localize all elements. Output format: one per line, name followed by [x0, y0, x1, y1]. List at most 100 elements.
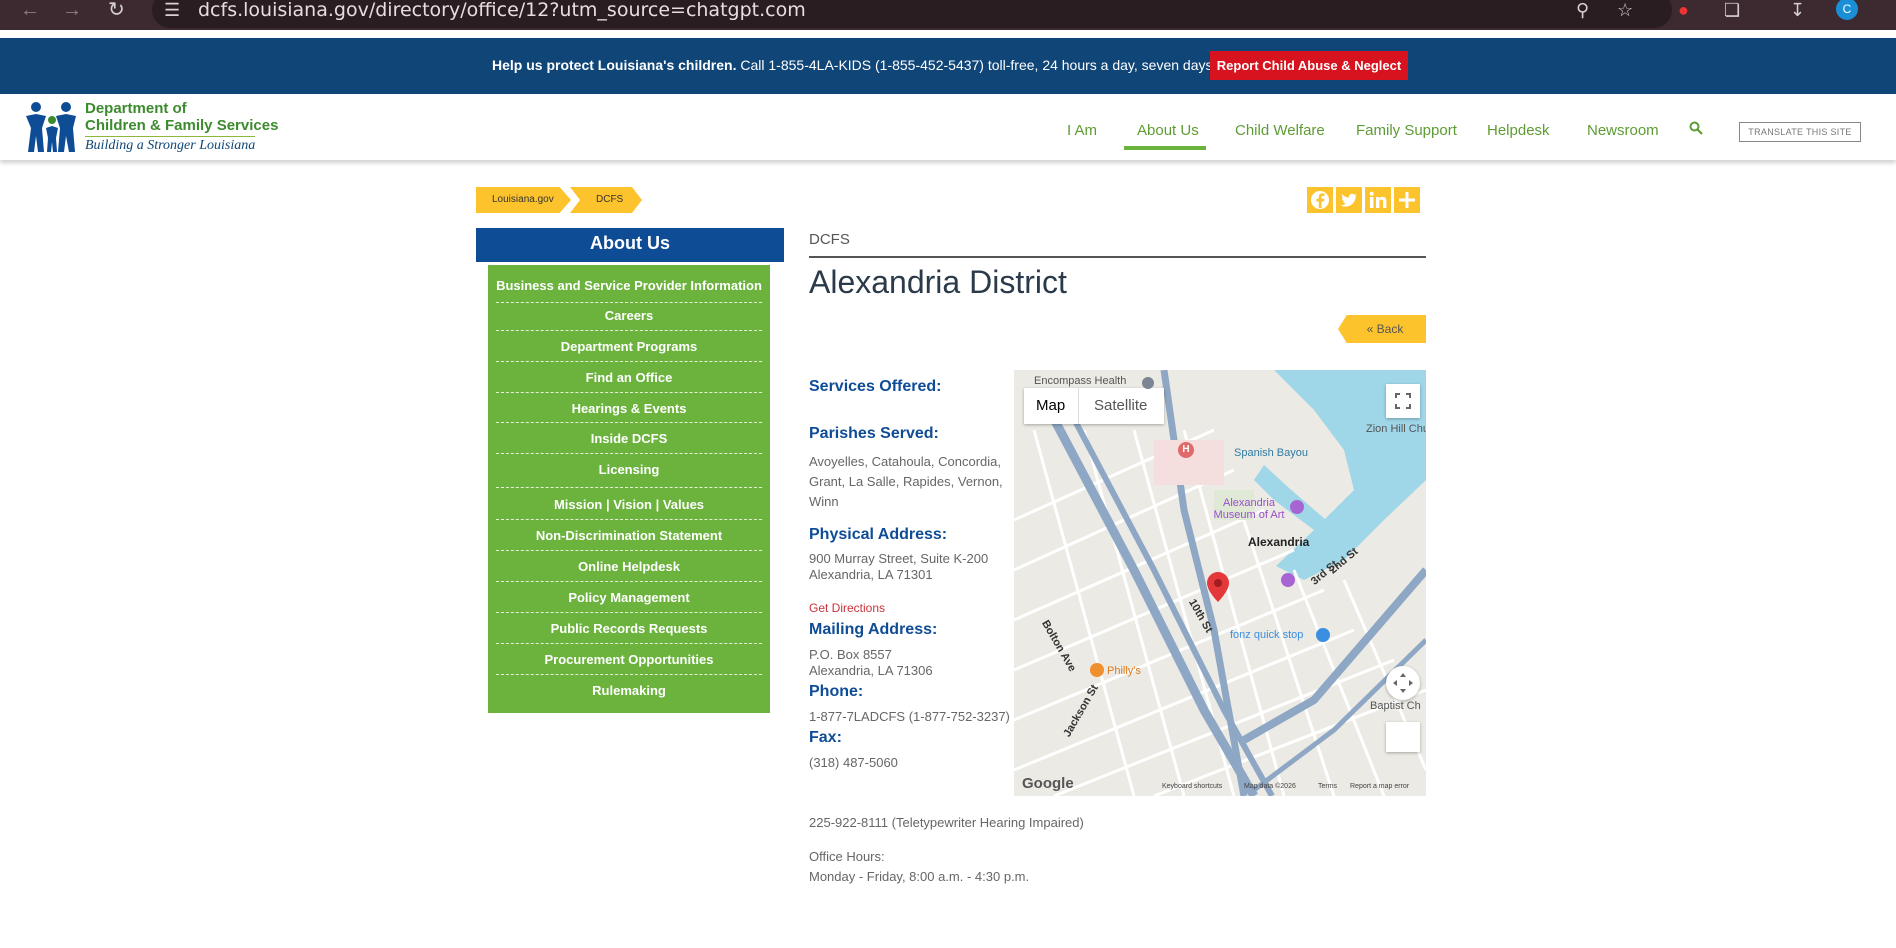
nav-newsroom[interactable]: Newsroom	[1587, 122, 1659, 139]
report-abuse-button[interactable]: Report Child Abuse & Neglect	[1210, 51, 1408, 80]
site-info-icon[interactable]: ☰	[164, 0, 180, 20]
map-data-credit: Map data ©2026	[1244, 783, 1296, 790]
linkedin-icon[interactable]	[1365, 187, 1391, 213]
sidebar-item-rulemaking[interactable]: Rulemaking	[496, 683, 762, 699]
browser-toolbar: ← → ↻ ☰ dcfs.louisiana.gov/directory/off…	[0, 0, 1896, 30]
map-marker-icon[interactable]	[1207, 572, 1229, 602]
alert-banner: Help us protect Louisiana's children. Ca…	[0, 38, 1896, 94]
forward-arrow-icon[interactable]: →	[62, 0, 82, 20]
sidebar-item-public-records[interactable]: Public Records Requests	[496, 621, 762, 637]
nav-active-indicator	[1124, 146, 1206, 150]
sidebar-menu: Business and Service Provider Informatio…	[488, 265, 770, 713]
sidebar-divider	[496, 330, 762, 331]
sidebar-item-find-an-office[interactable]: Find an Office	[496, 370, 762, 386]
pegman-icon[interactable]	[1386, 722, 1420, 752]
map-keyboard-shortcuts[interactable]: Keyboard shortcuts	[1162, 783, 1222, 790]
download-icon[interactable]: ↧	[1790, 0, 1805, 20]
sidebar-item-inside-dcfs[interactable]: Inside DCFS	[496, 431, 762, 447]
restaurant-icon[interactable]	[1090, 663, 1104, 677]
map-label-museum: Alexandria Museum of Art	[1213, 497, 1285, 521]
sidebar-divider	[496, 674, 762, 675]
sidebar-title: About Us	[476, 228, 784, 265]
map-report-error-link[interactable]: Report a map error	[1350, 783, 1409, 790]
kicker-divider	[809, 256, 1426, 258]
poi-icon[interactable]	[1281, 573, 1295, 587]
map-terms-link[interactable]: Terms	[1318, 783, 1337, 790]
hospital-icon[interactable]: H	[1178, 442, 1194, 458]
google-logo: Google	[1022, 775, 1074, 792]
reload-icon[interactable]: ↻	[108, 0, 125, 20]
map-tab-satellite[interactable]: Satellite	[1094, 388, 1147, 424]
dcfs-logo[interactable]: Department of Children & Family Services…	[22, 98, 278, 158]
map-label-bayou: Spanish Bayou	[1234, 447, 1308, 459]
sidebar-item-business[interactable]: Business and Service Provider Informatio…	[496, 278, 762, 294]
search-icon[interactable]	[1689, 121, 1703, 140]
sidebar-item-non-discrimination[interactable]: Non-Discrimination Statement	[496, 528, 762, 544]
alert-bold-text: Help us protect Louisiana's children.	[492, 57, 737, 73]
logo-line-2: Children & Family Services	[85, 117, 279, 134]
back-arrow-icon[interactable]: ←	[20, 0, 40, 20]
sidebar-divider	[496, 612, 762, 613]
sidebar-item-licensing[interactable]: Licensing	[496, 462, 762, 478]
sidebar-item-procurement[interactable]: Procurement Opportunities	[496, 652, 762, 668]
office-hours-label: Office Hours:	[809, 849, 885, 864]
sidebar-divider	[496, 422, 762, 423]
phone-label: Phone:	[809, 683, 864, 700]
extension-icon[interactable]: ●	[1678, 0, 1689, 20]
translate-button[interactable]: TRANSLATE THIS SITE	[1739, 122, 1861, 142]
fullscreen-icon[interactable]	[1386, 384, 1420, 418]
extensions-puzzle-icon[interactable]: ❏	[1724, 0, 1740, 20]
breadcrumb-louisiana-gov[interactable]: Louisiana.gov	[476, 187, 571, 213]
section-kicker: DCFS	[809, 231, 850, 248]
alert-text: Call 1-855-4LA-KIDS (1-855-452-5437) tol…	[736, 57, 1265, 73]
phone-value: 1-877-7LADCFS (1-877-752-3237)	[809, 709, 1010, 724]
parishes-line-2: Grant, La Salle, Rapides, Vernon,	[809, 474, 1003, 489]
page-title: Alexandria District	[809, 264, 1067, 300]
mailing-address-line-2: Alexandria, LA 71306	[809, 663, 933, 678]
bookmark-star-icon[interactable]: ☆	[1617, 0, 1633, 20]
map-tab-map[interactable]: Map	[1036, 388, 1065, 424]
sidebar-divider	[496, 643, 762, 644]
sidebar-divider	[496, 550, 762, 551]
nav-family-support[interactable]: Family Support	[1356, 122, 1457, 139]
map-label-phillys: Philly's	[1107, 665, 1141, 677]
nav-i-am[interactable]: I Am	[1067, 122, 1097, 139]
shop-icon[interactable]	[1316, 628, 1330, 642]
twitter-icon[interactable]	[1336, 187, 1362, 213]
encompass-icon[interactable]	[1142, 377, 1154, 389]
mailing-address-label: Mailing Address:	[809, 621, 938, 638]
nav-about-us[interactable]: About Us	[1137, 122, 1199, 139]
share-more-icon[interactable]	[1394, 187, 1420, 213]
museum-icon[interactable]	[1290, 500, 1304, 514]
logo-tagline: Building a Stronger Louisiana	[85, 136, 256, 153]
map-camera-control-icon[interactable]	[1386, 666, 1420, 700]
sidebar-item-hearings-events[interactable]: Hearings & Events	[496, 401, 762, 417]
office-map[interactable]: Map Satellite H Encompass Health Spanish…	[1014, 370, 1426, 796]
office-hours-value: Monday - Friday, 8:00 a.m. - 4:30 p.m.	[809, 869, 1030, 884]
parishes-line-1: Avoyelles, Catahoula, Concordia,	[809, 454, 1001, 469]
sidebar-item-careers[interactable]: Careers	[496, 308, 762, 324]
breadcrumb-dcfs[interactable]: DCFS	[570, 187, 642, 213]
sidebar-item-online-helpdesk[interactable]: Online Helpdesk	[496, 559, 762, 575]
sidebar-divider	[496, 581, 762, 582]
sidebar-item-mission[interactable]: Mission | Vision | Values	[496, 497, 762, 513]
sidebar-divider	[496, 392, 762, 393]
alert-message: Help us protect Louisiana's children. Ca…	[492, 57, 1265, 73]
back-button[interactable]: « Back	[1338, 315, 1426, 343]
facebook-icon[interactable]	[1307, 187, 1333, 213]
sidebar-divider	[496, 519, 762, 520]
zoom-icon[interactable]: ⚲	[1576, 0, 1589, 20]
sidebar-divider	[496, 302, 762, 303]
get-directions-link[interactable]: Get Directions	[809, 601, 885, 615]
physical-address-label: Physical Address:	[809, 526, 948, 543]
sidebar-item-policy-management[interactable]: Policy Management	[496, 590, 762, 606]
sidebar-item-department-programs[interactable]: Department Programs	[496, 339, 762, 355]
nav-helpdesk[interactable]: Helpdesk	[1487, 122, 1550, 139]
map-label-zion: Zion Hill Chur	[1366, 423, 1426, 435]
nav-child-welfare[interactable]: Child Welfare	[1235, 122, 1325, 139]
map-label-fonz: fonz quick stop	[1230, 629, 1304, 641]
family-logo-icon	[26, 102, 76, 152]
physical-address-line-2: Alexandria, LA 71301	[809, 567, 933, 582]
profile-avatar[interactable]: C	[1836, 0, 1858, 20]
url-text[interactable]: dcfs.louisiana.gov/directory/office/12?u…	[198, 0, 806, 20]
